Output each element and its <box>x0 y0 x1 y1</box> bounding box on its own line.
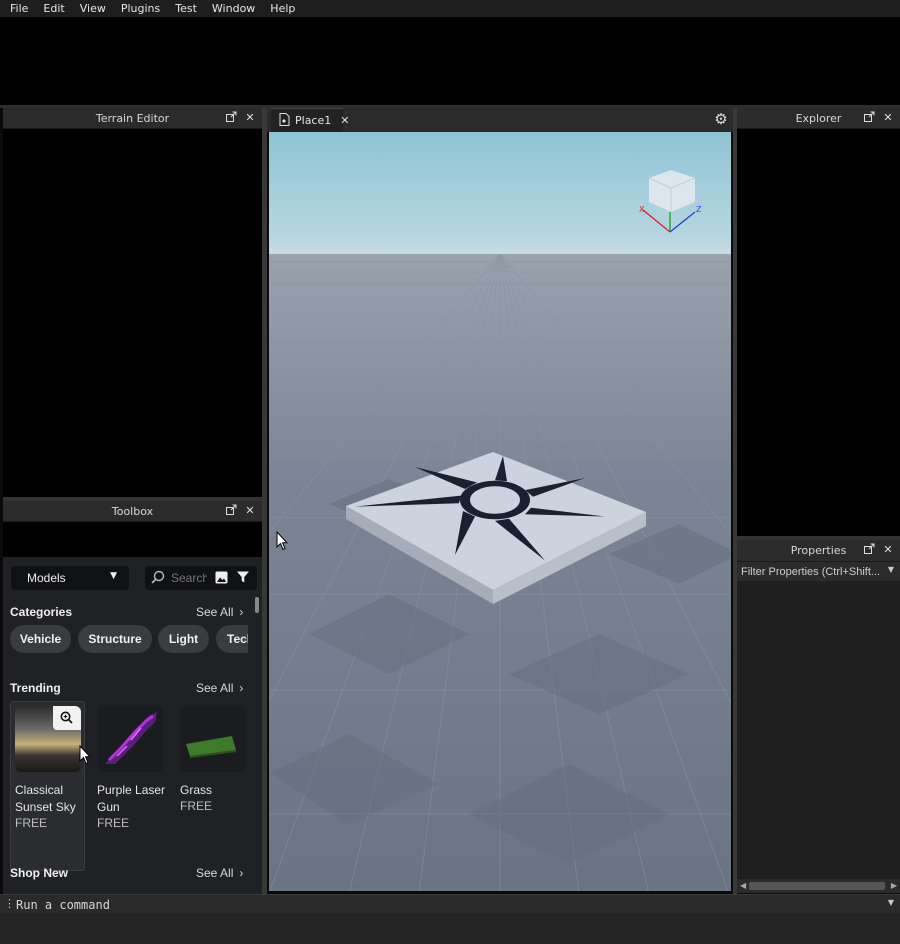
explorer-header: Explorer ✕ <box>737 108 900 129</box>
see-all-label: See All <box>196 866 234 880</box>
chevron-down-icon[interactable]: ▼ <box>888 898 894 907</box>
baseplate-ground <box>269 254 731 891</box>
close-icon[interactable]: ✕ <box>340 114 349 127</box>
undock-icon[interactable] <box>864 543 876 557</box>
command-input[interactable] <box>16 897 616 912</box>
laser-gun-thumbnail <box>97 706 163 772</box>
shop-new-see-all[interactable]: See All › <box>196 866 243 880</box>
svg-text:X: X <box>639 205 645 214</box>
drag-handle-icon[interactable]: ⋮ <box>4 897 15 910</box>
card-name: Grass <box>180 783 213 797</box>
output-area <box>0 913 900 944</box>
close-icon[interactable]: ✕ <box>882 111 894 125</box>
trending-see-all[interactable]: See All › <box>196 681 243 695</box>
card-price: FREE <box>180 799 213 813</box>
zoom-icon[interactable] <box>53 706 81 730</box>
view-cube[interactable]: X Z <box>639 168 702 233</box>
chip-vehicle[interactable]: Vehicle <box>10 625 71 653</box>
properties-header: Properties ✕ <box>737 540 900 562</box>
left-splitter[interactable] <box>262 108 267 894</box>
card-price: FREE <box>15 816 48 830</box>
place-file-icon <box>279 112 290 129</box>
properties-horizontal-scrollbar[interactable]: ◀ ▶ <box>737 879 900 893</box>
left-horizontal-splitter[interactable] <box>3 497 262 501</box>
properties-list <box>737 581 900 879</box>
chip-tech[interactable]: Tech <box>216 625 248 653</box>
close-icon[interactable]: ✕ <box>882 543 894 557</box>
card-name: Purple Laser Gun <box>97 783 166 814</box>
svg-text:Z: Z <box>696 205 701 214</box>
menu-help[interactable]: Help <box>270 2 295 15</box>
chip-structure[interactable]: Structure <box>78 625 152 653</box>
scroll-left-icon[interactable]: ◀ <box>740 881 746 890</box>
tab-label: Place1 <box>295 114 332 127</box>
3d-viewport[interactable]: X Z <box>269 132 731 891</box>
toolbox-scrollbar[interactable] <box>255 597 259 613</box>
mouse-cursor-icon <box>79 745 91 765</box>
scroll-right-icon[interactable]: ▶ <box>891 881 897 890</box>
see-all-label: See All <box>196 681 234 695</box>
undock-icon[interactable] <box>864 111 876 125</box>
explorer-panel: Explorer ✕ <box>737 108 900 536</box>
mouse-cursor-icon <box>276 531 288 551</box>
card-name: Classical Sunset Sky <box>15 783 76 814</box>
properties-filter: ▼ <box>737 562 900 581</box>
trending-title: Trending <box>10 681 61 695</box>
shop-new-title: Shop New <box>10 866 69 880</box>
chevron-right-icon: › <box>239 681 244 695</box>
card-price: FREE <box>97 816 130 830</box>
tab-place1[interactable]: Place1 ✕ <box>271 108 349 132</box>
filter-properties-input[interactable] <box>741 564 883 579</box>
gear-icon[interactable]: ⚙ <box>713 111 729 127</box>
grass-thumbnail <box>180 706 246 772</box>
chevron-down-icon[interactable]: ▼ <box>888 565 894 574</box>
document-tab-bar: Place1 ✕ ⚙ <box>267 108 733 132</box>
command-bar: ⋮ ▼ <box>0 894 900 913</box>
chevron-right-icon: › <box>239 866 244 880</box>
scroll-thumb[interactable] <box>749 882 885 890</box>
chip-light[interactable]: Light <box>158 625 209 653</box>
properties-panel: Properties ✕ <box>737 540 900 562</box>
